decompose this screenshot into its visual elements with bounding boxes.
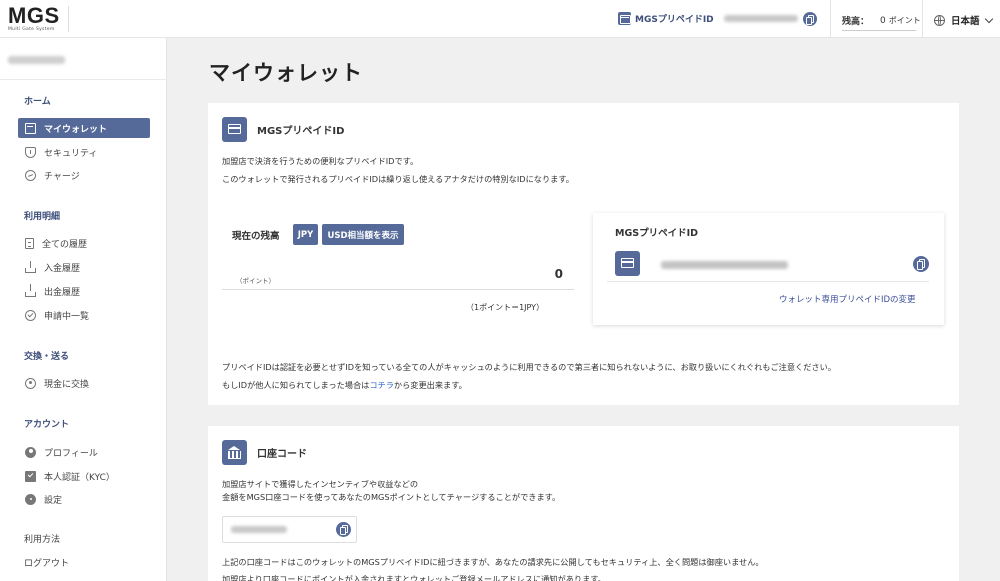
profile-icon [25, 446, 36, 458]
sidebar-section-account: アカウント [24, 420, 70, 430]
sidebar: ホーム マイウォレット セキュリティ チャージ 利用明細 全ての履歴 入金履歴 … [0, 38, 167, 581]
sidebar-item-cash-exchange[interactable]: 現金に交換 [18, 373, 150, 393]
language-selector[interactable]: 日本語 [934, 13, 993, 27]
sidebar-item-label: 全ての履歴 [42, 239, 88, 250]
sidebar-item-label: プロフィール [44, 448, 98, 459]
header-balance-value: 0 ポイント [880, 16, 921, 26]
logo-text: MGS [8, 3, 60, 28]
account-code-card: 口座コード 加盟店サイトで獲得したインセンティブや収益などの 金額をMGS口座コ… [208, 426, 959, 581]
copy-icon[interactable] [913, 256, 929, 272]
divider [842, 30, 916, 31]
account-code-value-redacted [231, 526, 287, 533]
divider [607, 281, 929, 282]
change-here-link[interactable]: コチラ [369, 380, 394, 390]
divider [0, 79, 167, 80]
bank-icon [222, 440, 247, 465]
header-balance-label: 残高： [842, 17, 870, 27]
sidebar-item-kyc[interactable]: 本人認証（KYC） [18, 466, 150, 486]
card-header: MGSプリペイドID [222, 117, 344, 142]
card-header: 口座コード [222, 440, 307, 465]
sidebar-section-exchange: 交換・送る [24, 352, 70, 362]
sidebar-section-home: ホーム [24, 97, 51, 107]
sidebar-section-history: 利用明細 [24, 212, 61, 222]
kyc-icon [25, 470, 36, 482]
points-unit-label: （ポイント） [236, 277, 275, 285]
caution-note: プリペイドIDは認証を必要とせずIDを知っている全ての人がキャッシュのように利用… [222, 362, 836, 372]
sidebar-item-my-wallet[interactable]: マイウォレット [18, 118, 150, 138]
chevron-down-icon [984, 14, 993, 23]
sidebar-item-deposit-history[interactable]: 入金履歴 [18, 257, 150, 277]
sidebar-item-label: 入金履歴 [44, 263, 81, 274]
sidebar-item-pending-list[interactable]: 申請中一覧 [18, 305, 150, 325]
wallet-icon [25, 122, 36, 134]
sidebar-item-label: マイウォレット [44, 124, 108, 135]
page-title: マイウォレット [209, 61, 363, 85]
withdraw-icon [25, 283, 36, 297]
divider [68, 6, 69, 32]
header-prepaid-id-value-redacted [724, 15, 798, 22]
sidebar-item-withdraw-history[interactable]: 出金履歴 [18, 281, 150, 301]
account-note: 上記の口座コードはこのウォレットのMGSプリペイドIDに紐づきますが、あなたの請… [222, 557, 764, 567]
card-description: 金額をMGS口座コードを使ってあなたのMGSポイントとしてチャージすることができ… [222, 492, 561, 502]
prepaid-id-box: MGSプリペイドID ウォレット専用プリペイドIDの変更 [593, 213, 944, 325]
globe-icon [934, 14, 945, 26]
sidebar-item-label: 出金履歴 [44, 287, 81, 298]
user-name-redacted [8, 56, 65, 64]
top-bar: MGS Multi Gate System MGSプリペイドID 残高： 0 ポイ… [0, 0, 1000, 38]
card-description: このウォレットで発行されるプリペイドIDは繰り返し使えるアナタだけの特別なIDに… [222, 174, 574, 184]
card-icon [615, 251, 640, 276]
card-description: 加盟店で決済を行うための便利なプリペイドIDです。 [222, 156, 419, 166]
show-usd-button[interactable]: USD相当額を表示 [322, 224, 404, 245]
sidebar-item-profile[interactable]: プロフィール [18, 442, 150, 462]
copy-icon[interactable] [803, 12, 817, 26]
header-prepaid-label: MGSプリペイドID [635, 15, 714, 25]
change-note: もしIDが他人に知られてしまった場合はコチラから変更出来ます。 [222, 380, 467, 390]
gear-icon [25, 493, 36, 505]
divider [830, 0, 831, 38]
charge-icon [25, 169, 36, 181]
sidebar-item-label: セキュリティ [44, 148, 98, 159]
card-title: 口座コード [257, 449, 307, 460]
balance-title: 現在の残高 [232, 231, 280, 242]
exchange-icon [25, 377, 36, 389]
language-label: 日本語 [951, 16, 980, 27]
sidebar-item-security[interactable]: セキュリティ [18, 142, 150, 162]
card-title: MGSプリペイドID [257, 126, 345, 137]
sidebar-item-all-history[interactable]: 全ての履歴 [18, 233, 150, 253]
account-note: 加盟店より口座コードにポイントが入金されますとウォレットご登録メールアドレスに通… [222, 574, 606, 581]
account-code-field [222, 516, 357, 543]
divider [922, 0, 923, 38]
logo-subtitle: Multi Gate System [8, 27, 55, 32]
card-icon [618, 12, 631, 25]
deposit-icon [25, 260, 36, 273]
jpy-button[interactable]: JPY [293, 224, 318, 245]
shield-icon [25, 146, 36, 158]
sidebar-item-label: 本人認証（KYC） [44, 472, 115, 483]
prepaid-id-box-title: MGSプリペイドID [615, 228, 699, 239]
card-icon [222, 117, 247, 142]
header-prepaid-id: MGSプリペイドID [618, 12, 714, 25]
sidebar-item-label: 現金に交換 [44, 379, 90, 390]
sidebar-item-label: 申請中一覧 [44, 311, 90, 322]
card-description: 加盟店サイトで獲得したインセンティブや収益などの [222, 479, 419, 489]
change-prepaid-id-link[interactable]: ウォレット専用プリペイドIDの変更 [779, 293, 916, 305]
prepaid-id-card: MGSプリペイドID 加盟店で決済を行うための便利なプリペイドIDです。 このウ… [208, 103, 959, 405]
prepaid-id-value-redacted [661, 261, 788, 269]
exchange-rate: （1ポイント＝1JPY） [466, 303, 545, 312]
sidebar-item-charge[interactable]: チャージ [18, 165, 150, 185]
document-icon [25, 237, 34, 249]
mgs-logo[interactable]: MGS Multi Gate System [8, 3, 60, 33]
sidebar-item-settings[interactable]: 設定 [18, 489, 150, 509]
divider [222, 289, 574, 290]
sidebar-link-how-to-use[interactable]: 利用方法 [24, 532, 60, 545]
check-circle-icon [25, 309, 36, 321]
points-value: 0 [554, 267, 563, 281]
sidebar-item-label: チャージ [44, 171, 80, 182]
copy-icon[interactable] [336, 522, 351, 537]
sidebar-item-label: 設定 [44, 495, 63, 506]
sidebar-link-logout[interactable]: ログアウト [24, 556, 69, 569]
